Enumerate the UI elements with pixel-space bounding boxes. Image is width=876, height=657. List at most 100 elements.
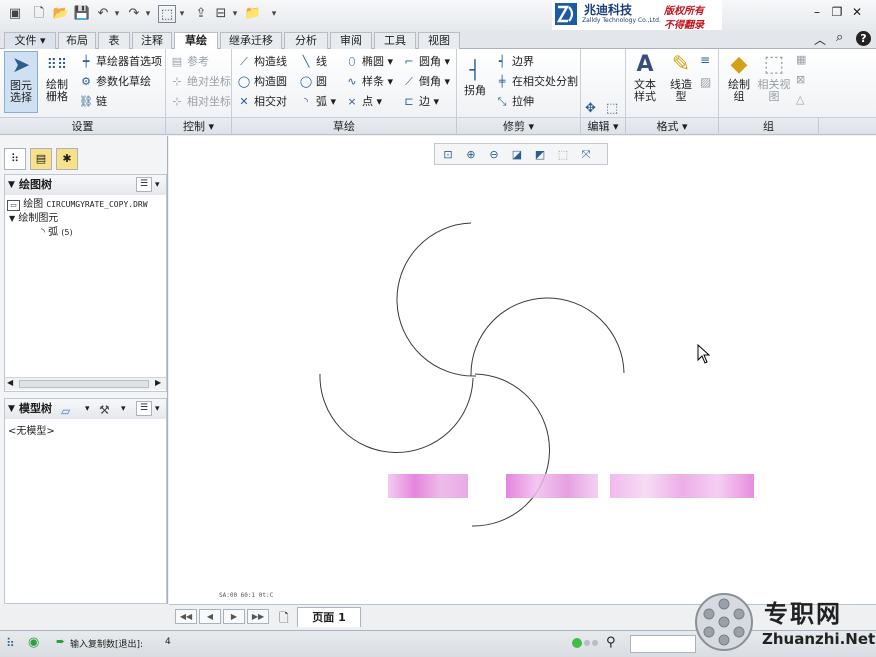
group-edit[interactable]: 编辑 ▾ xyxy=(581,118,626,135)
open-folder-icon[interactable]: 📂 xyxy=(52,5,70,23)
new-page-icon[interactable]: 🗋 xyxy=(279,609,289,630)
hatch-edit-icon[interactable]: ▨ xyxy=(700,75,711,89)
boundary-button[interactable]: ┥ 边界 xyxy=(494,53,534,71)
sketcher-prefs-button[interactable]: ┿ 草绘器首选项 xyxy=(78,53,162,71)
tab-legacy-migration[interactable]: 继承迁移 xyxy=(220,32,282,49)
search-icon[interactable]: ⌕ xyxy=(836,30,843,45)
display-style-icon[interactable]: ◩ xyxy=(530,146,550,163)
tab-tools[interactable]: 工具 xyxy=(374,32,416,49)
view-manager-icon[interactable]: ⬚ xyxy=(553,146,573,163)
arc-button[interactable]: ◝ 弧 ▾ xyxy=(298,93,336,111)
corner-button[interactable]: ┤ 拐角 xyxy=(460,57,490,111)
tools-dropdown-icon[interactable]: ▾ xyxy=(121,399,126,419)
mirror-icon[interactable]: ⬚ xyxy=(606,101,618,116)
prev-page-icon[interactable]: ◀ xyxy=(199,609,221,624)
tree-tab-icon[interactable]: ⠷ xyxy=(4,148,26,170)
select-box-dropdown-icon[interactable]: ▾ xyxy=(177,5,187,23)
scroll-thumb[interactable] xyxy=(19,380,149,388)
binoculars-icon[interactable]: ⚲ xyxy=(606,635,616,650)
redo-icon[interactable]: ↷ xyxy=(125,5,143,23)
group-control[interactable]: 控制 ▾ xyxy=(166,118,232,135)
construction-line-button[interactable]: ⟋ 构造线 xyxy=(236,53,287,71)
windows-icon[interactable]: ⊟ xyxy=(212,5,230,23)
tab-review[interactable]: 审阅 xyxy=(330,32,372,49)
model-collapse-arrow-icon[interactable]: ▼ xyxy=(8,399,15,419)
group-format[interactable]: 格式 ▾ xyxy=(626,118,719,135)
zoom-out-icon[interactable]: ⊖ xyxy=(484,146,504,163)
model-display-dropdown-icon[interactable]: ▾ xyxy=(85,399,90,419)
model-settings-icon[interactable]: ☰ xyxy=(136,401,152,416)
select-entity-button[interactable]: ➤ 图元 选择 xyxy=(4,51,38,113)
expand-arrow-icon[interactable]: ▼ xyxy=(9,214,15,223)
tab-layout[interactable]: 布局 xyxy=(58,32,96,49)
repaint-icon[interactable]: ◪ xyxy=(507,146,527,163)
tree-settings-dropdown-icon[interactable]: ▾ xyxy=(155,175,160,195)
next-page-icon[interactable]: ▶ xyxy=(223,609,245,624)
tree-root[interactable]: ▭ 绘图 CIRCUMGYRATE_COPY.DRW xyxy=(7,198,165,212)
favorites-tab-icon[interactable]: ✱ xyxy=(56,148,78,170)
horizontal-scrollbar[interactable]: ◀ ▶ xyxy=(5,377,166,390)
customize-toolbar-icon[interactable]: ▾ xyxy=(268,5,280,23)
folder-tab-icon[interactable]: ▤ xyxy=(30,148,52,170)
scroll-left-icon[interactable]: ◀ xyxy=(7,378,13,387)
undo-icon[interactable]: ↶ xyxy=(94,5,112,23)
tab-sketch[interactable]: 草绘 xyxy=(174,32,218,50)
filter-box[interactable] xyxy=(630,635,696,653)
construction-circle-button[interactable]: ◯ 构造圆 xyxy=(236,73,287,91)
refit-icon[interactable]: ⊡ xyxy=(438,146,458,163)
ellipse-button[interactable]: ⬯ 椭圆 ▾ xyxy=(344,53,394,71)
save-icon[interactable]: 💾 xyxy=(73,5,91,23)
intersect-button[interactable]: ✕ 相交对 xyxy=(236,93,287,111)
tree-settings-icon[interactable]: ☰ xyxy=(136,177,152,192)
redo-dropdown-icon[interactable]: ▾ xyxy=(143,5,153,23)
tab-analysis[interactable]: 分析 xyxy=(284,32,328,49)
stretch-button[interactable]: ⤡ 拉伸 xyxy=(494,93,534,111)
group-option-2-icon[interactable]: ⊠ xyxy=(796,73,805,86)
undo-dropdown-icon[interactable]: ▾ xyxy=(112,5,122,23)
tab-table[interactable]: 表 xyxy=(98,32,130,49)
model-settings-dropdown-icon[interactable]: ▾ xyxy=(155,399,160,419)
spline-button[interactable]: ∿ 样条 ▾ xyxy=(344,73,393,91)
minimize-icon[interactable]: – xyxy=(808,5,826,19)
select-box-icon[interactable]: ⬚ xyxy=(158,5,176,23)
tree-arc-item[interactable]: ◝ 弧 (5) xyxy=(41,226,73,240)
hatch-icon[interactable]: ≡ xyxy=(700,53,710,67)
zoom-in-icon[interactable]: ⊕ xyxy=(461,146,481,163)
app-icon[interactable]: ▣ xyxy=(6,5,24,23)
group-trim[interactable]: 修剪 ▾ xyxy=(457,118,581,135)
draw-grid-button[interactable]: ⠿⠿ 绘制 栅格 xyxy=(40,51,74,113)
help-icon[interactable]: ? xyxy=(856,31,871,46)
restore-icon[interactable]: ❐ xyxy=(828,5,846,19)
group-option-3-icon[interactable]: △ xyxy=(796,93,804,106)
rel-coord-button[interactable]: ⊹ 相对坐标 xyxy=(169,93,231,111)
first-page-icon[interactable]: ◀◀ xyxy=(175,609,197,624)
last-page-icon[interactable]: ▶▶ xyxy=(247,609,269,624)
model-display-icon[interactable]: ▱ xyxy=(61,401,70,421)
group-option-1-icon[interactable]: ▦ xyxy=(796,53,806,66)
windows-dropdown-icon[interactable]: ▾ xyxy=(230,5,240,23)
reference-button[interactable]: ▤ 参考 xyxy=(169,53,209,71)
close-icon[interactable]: ✕ xyxy=(848,5,866,19)
tab-annotate[interactable]: 注释 xyxy=(132,32,172,49)
circle-button[interactable]: ◯ 圆 xyxy=(298,73,327,91)
close-window-icon[interactable]: 📁 xyxy=(244,5,262,23)
related-view-button[interactable]: ⬚ 相关视 图 xyxy=(756,51,792,113)
regenerate-icon[interactable]: ⇪ xyxy=(192,5,210,23)
drawing-canvas[interactable]: SA:00 60:1 0t:C xyxy=(169,136,876,604)
ribbon-collapse-icon[interactable]: ︿ xyxy=(814,31,826,48)
datum-display-icon[interactable]: ⤧ xyxy=(576,146,596,163)
collapse-arrow-icon[interactable]: ▼ xyxy=(8,175,15,195)
linetype-button[interactable]: ✎ 线造 型 xyxy=(664,51,698,113)
line-button[interactable]: ╲ 线 xyxy=(298,53,327,71)
split-intersect-button[interactable]: ╪ 在相交处分割 xyxy=(494,73,578,91)
abs-coord-button[interactable]: ⊹ 绝对坐标 xyxy=(169,73,231,91)
point-button[interactable]: × 点 ▾ xyxy=(344,93,382,111)
nav-toggle-icon[interactable]: ⠷ xyxy=(6,636,15,650)
move-icon[interactable]: ✥ xyxy=(585,101,596,116)
param-sketch-button[interactable]: ⚙ 参数化草绘 xyxy=(78,73,151,91)
browser-toggle-icon[interactable]: ◉ xyxy=(28,635,39,650)
tab-file[interactable]: 文件 ▾ xyxy=(4,32,56,49)
tree-child[interactable]: ▼ 绘制图元 xyxy=(9,212,58,226)
tab-view[interactable]: 视图 xyxy=(418,32,460,49)
chain-button[interactable]: ⛓ 链 xyxy=(78,93,107,111)
